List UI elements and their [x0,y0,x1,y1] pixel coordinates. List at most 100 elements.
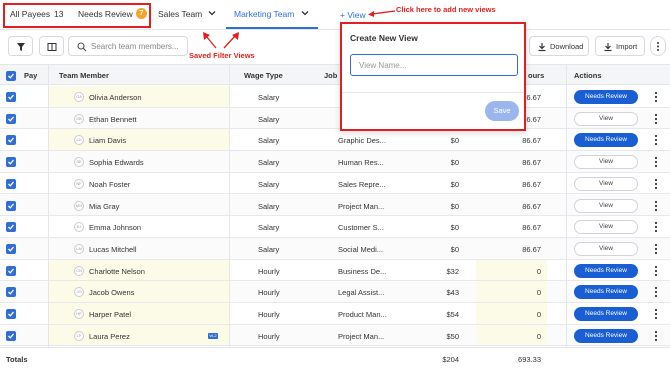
hours-value[interactable]: 86.67 [522,136,541,145]
search-icon [77,42,87,52]
hours-value[interactable]: 86.67 [522,245,541,254]
kebab-menu-icon[interactable] [649,264,663,278]
row-checkbox[interactable] [6,113,16,124]
payees-table: Pay Team Member Wage Type Job ours Actio… [0,64,670,370]
row-checkbox[interactable] [6,222,16,233]
table-row[interactable]: CN Charlotte Nelson Hourly Business De... $3… [0,259,670,282]
import-button[interactable]: Import [595,36,645,56]
kebab-menu-icon[interactable] [649,285,663,299]
row-checkbox[interactable] [6,92,16,102]
save-button[interactable]: Save [485,101,519,121]
table-row[interactable]: HP Harper Patel Hourly Product Man... $54 0 Ne… [0,303,670,325]
hours-value[interactable]: 0 [537,332,541,341]
columns-button[interactable] [39,36,64,56]
hours-value[interactable]: 0 [537,310,541,319]
row-checkbox[interactable] [6,287,16,298]
table-row[interactable]: OA Olivia Anderson Salary 86.67 Needs Review [0,86,670,108]
table-row[interactable]: LM Lucas Mitchell Salary Social Medi... $0 86… [0,237,670,260]
row-checkbox[interactable] [6,200,16,211]
team-member-name[interactable]: Sophia Edwards [89,158,144,167]
table-row[interactable]: LP Laura Perez W-2 Hourly Project Man... $50 0… [0,324,670,347]
team-member-name[interactable]: Emma Johnson [89,223,141,232]
column-hours[interactable]: ours [528,71,544,80]
rate-value: $43 [446,288,459,298]
team-member-name[interactable]: Liam Davis [89,136,126,145]
kebab-menu-icon[interactable] [649,155,663,169]
team-member-name[interactable]: Ethan Bennett [89,115,137,124]
download-button[interactable]: Download [529,36,589,56]
tab-marketing-team[interactable]: Marketing Team [234,9,294,19]
column-pay[interactable]: Pay [24,71,37,80]
needs-review-button[interactable]: Needs Review [574,285,638,300]
team-member-name[interactable]: Charlotte Nelson [89,267,145,276]
chevron-down-icon[interactable] [207,8,217,18]
view-name-input[interactable]: View Name... [350,54,518,76]
kebab-menu-icon[interactable] [649,329,663,343]
needs-review-button[interactable]: Needs Review [574,307,638,321]
needs-review-count-badge: 7 [136,8,147,19]
hours-value[interactable]: 0 [537,267,541,276]
column-wage-type[interactable]: Wage Type [244,71,283,80]
team-member-name[interactable]: Olivia Anderson [89,93,142,102]
table-row[interactable]: EJ Emma Johnson Salary Customer S... $0 86.67… [0,216,670,238]
row-checkbox[interactable] [6,265,16,276]
team-member-name[interactable]: Harper Patel [89,310,131,319]
column-divider [48,64,49,370]
kebab-menu-icon[interactable] [649,112,663,126]
kebab-menu-icon[interactable] [649,90,663,104]
row-checkbox[interactable] [6,243,16,254]
view-button[interactable]: View [574,241,638,256]
view-button[interactable]: View [574,111,638,126]
table-row[interactable]: JO Jacob Owens Hourly Legal Assist... $43 0 Ne… [0,281,670,303]
team-member-name[interactable]: Laura Perez [89,332,130,341]
table-row[interactable]: EB Ethan Bennett Salary 86.67 View [0,107,670,130]
needs-review-button[interactable]: Needs Review [574,263,638,278]
hours-value[interactable]: 86.67 [522,202,541,211]
row-checkbox[interactable] [6,330,16,341]
view-button[interactable]: View [574,176,638,191]
add-view-button[interactable]: + View [340,10,366,20]
hours-value[interactable]: 86.67 [522,180,541,189]
view-button[interactable]: View [574,155,638,170]
search-input[interactable]: Search team members... [68,36,188,56]
hours-value[interactable]: 86.67 [522,223,541,232]
hours-value[interactable]: 86.67 [522,158,541,167]
needs-review-button[interactable]: Needs Review [574,133,638,148]
filter-button[interactable] [8,36,33,56]
chevron-down-icon[interactable] [300,8,310,18]
team-member-name[interactable]: Mia Gray [89,202,119,211]
tab-all-payees[interactable]: All Payees [10,9,50,19]
select-all-checkbox[interactable] [6,71,16,81]
needs-review-button[interactable]: Needs Review [574,328,638,343]
wage-type: Salary [258,244,280,254]
hours-value[interactable]: 0 [537,288,541,297]
view-button[interactable]: View [574,220,638,235]
team-member-name[interactable]: Jacob Owens [89,288,134,297]
table-row[interactable]: SE Sophia Edwards Salary Human Res... $0 86.6… [0,151,670,173]
kebab-menu-icon[interactable] [649,307,663,321]
kebab-menu-icon[interactable] [649,242,663,256]
view-button[interactable]: View [574,198,638,213]
team-member-name[interactable]: Noah Foster [89,180,130,189]
table-row[interactable]: NF Noah Foster Salary Sales Repre... $0 86.67… [0,172,670,195]
kebab-menu-icon[interactable] [649,177,663,191]
table-row[interactable]: MG Mia Gray Salary Project Man... $0 86.67 Vie… [0,194,670,217]
rate-value: $54 [446,310,459,319]
tab-needs-review[interactable]: Needs Review [78,9,133,19]
row-checkbox[interactable] [6,178,16,189]
avatar: EB [74,113,84,124]
tab-sales-team[interactable]: Sales Team [158,9,202,19]
table-row[interactable]: LD Liam Davis Salary Graphic Des... $0 86.67 N… [0,129,670,152]
row-checkbox[interactable] [6,135,16,146]
wage-type: Salary [258,201,280,211]
column-job[interactable]: Job [324,71,337,80]
row-checkbox[interactable] [6,157,16,168]
column-team-member[interactable]: Team Member [59,71,109,80]
needs-review-button[interactable]: Needs Review [574,90,638,104]
kebab-menu-icon[interactable] [649,220,663,234]
team-member-name[interactable]: Lucas Mitchell [89,245,137,254]
row-checkbox[interactable] [6,309,16,319]
toolbar-more-button[interactable] [650,36,666,56]
kebab-menu-icon[interactable] [649,199,663,213]
kebab-menu-icon[interactable] [649,133,663,147]
